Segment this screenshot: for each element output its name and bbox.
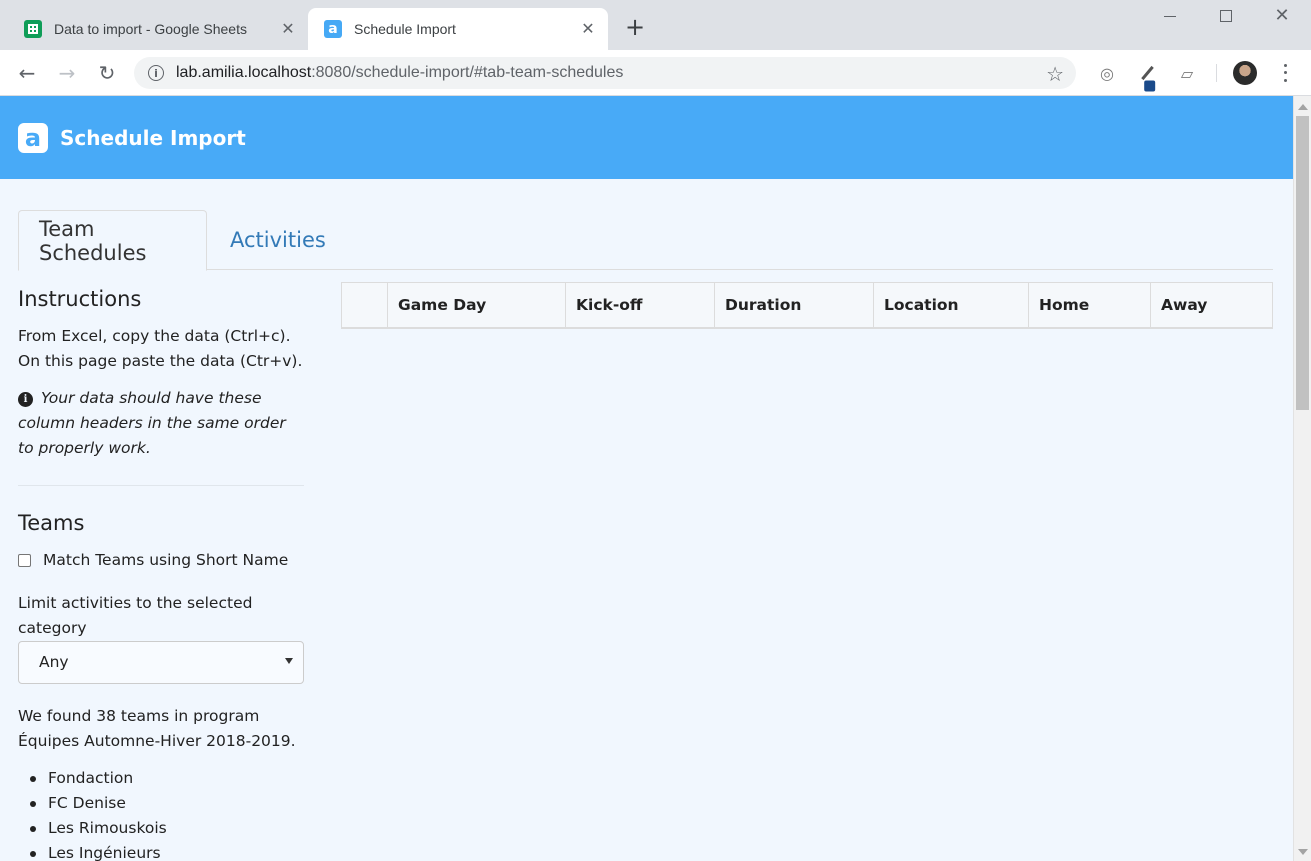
list-item: Fondaction — [30, 766, 304, 791]
list-item: FC Denise — [30, 791, 304, 816]
column-header-away[interactable]: Away — [1151, 283, 1272, 327]
back-button[interactable]: ← — [14, 60, 40, 86]
extension-opera-icon[interactable]: ◎ — [1096, 62, 1118, 84]
column-header-home[interactable]: Home — [1029, 283, 1151, 327]
bookmark-star-icon[interactable]: ☆ — [1046, 62, 1064, 86]
column-header-game-day[interactable]: Game Day — [388, 283, 566, 327]
page-tabs: Team Schedules Activities — [18, 210, 1273, 271]
tab-activities[interactable]: Activities — [210, 210, 346, 270]
column-header-duration[interactable]: Duration — [715, 283, 874, 327]
new-tab-button[interactable]: + — [622, 13, 648, 41]
scroll-down-arrow-icon[interactable] — [1298, 849, 1308, 855]
browser-tabstrip: Data to import - Google Sheets ✕ a Sched… — [0, 0, 1311, 50]
tab-title: Data to import - Google Sheets — [54, 21, 247, 37]
divider — [18, 485, 304, 486]
column-header-kick-off[interactable]: Kick-off — [566, 283, 715, 327]
address-bar[interactable]: i lab.amilia.localhost:8080/schedule-imp… — [134, 57, 1076, 89]
amilia-logo-icon: a — [18, 122, 48, 153]
close-window-button[interactable]: ✕ — [1262, 4, 1302, 28]
instructions-heading: Instructions — [18, 287, 142, 311]
info-icon[interactable]: i — [148, 65, 164, 81]
close-icon: ✕ — [1274, 5, 1290, 26]
instructions-text: From Excel, copy the data (Ctrl+c). On t… — [18, 327, 303, 370]
info-circle-icon: i — [18, 392, 33, 407]
google-sheets-icon — [24, 20, 42, 38]
tab-title: Schedule Import — [354, 21, 456, 37]
scrollbar-thumb[interactable] — [1296, 116, 1309, 410]
scroll-up-arrow-icon[interactable] — [1298, 104, 1308, 110]
sidebar: Instructions From Excel, copy the data (… — [18, 286, 304, 861]
tab-team-schedules[interactable]: Team Schedules — [18, 210, 207, 271]
maximize-button[interactable] — [1206, 4, 1246, 28]
forward-button[interactable]: → — [54, 60, 80, 86]
instructions-note: i Your data should have these column head… — [18, 386, 304, 461]
minimize-button[interactable] — [1150, 4, 1190, 28]
list-item: Les Rimouskois — [30, 816, 304, 841]
reload-button[interactable]: ↻ — [94, 60, 120, 86]
url-host: lab.amilia.localhost — [176, 64, 312, 81]
column-header-row-index[interactable] — [342, 283, 388, 327]
list-item: Les Ingénieurs — [30, 841, 304, 861]
match-short-name-label[interactable]: Match Teams using Short Name — [43, 548, 288, 573]
schedule-grid-header[interactable]: Game Day Kick-off Duration Location Home… — [341, 282, 1273, 329]
instructions-note-text: Your data should have these column heade… — [18, 389, 286, 457]
browser-toolbar: ← → ↻ i lab.amilia.localhost:8080/schedu… — [0, 50, 1311, 96]
maximize-icon — [1220, 10, 1232, 22]
column-header-location[interactable]: Location — [874, 283, 1029, 327]
app-title: Schedule Import — [60, 125, 246, 150]
menu-kebab-icon[interactable] — [1278, 62, 1292, 84]
close-icon[interactable]: ✕ — [578, 19, 598, 39]
page-scrollbar[interactable] — [1293, 96, 1311, 861]
category-select-value: Any — [39, 653, 69, 671]
browser-tab-schedule-import[interactable]: a Schedule Import ✕ — [308, 8, 608, 50]
app-header: a Schedule Import — [0, 96, 1293, 179]
toolbar-divider — [1216, 64, 1217, 82]
chevron-down-icon — [285, 658, 293, 664]
extension-eyedropper-icon[interactable] — [1136, 62, 1158, 84]
extension-card-icon[interactable]: ▱ — [1176, 62, 1198, 84]
found-teams-text: We found 38 teams in program Équipes Aut… — [18, 707, 296, 750]
profile-avatar[interactable] — [1233, 61, 1257, 85]
close-icon[interactable]: ✕ — [278, 19, 298, 39]
category-select[interactable]: Any — [18, 641, 304, 684]
browser-tab-sheets[interactable]: Data to import - Google Sheets ✕ — [8, 8, 308, 50]
limit-label: Limit activities to the selected categor… — [18, 594, 253, 637]
team-list: Fondaction FC Denise Les Rimouskois Les … — [18, 766, 304, 861]
page-viewport: a Schedule Import Team Schedules Activit… — [0, 96, 1311, 861]
amilia-icon: a — [324, 20, 342, 38]
minimize-icon — [1164, 15, 1176, 17]
teams-heading: Teams — [18, 511, 85, 535]
url-path: :8080/schedule-import/#tab-team-schedule… — [311, 64, 624, 81]
match-short-name-row[interactable]: Match Teams using Short Name — [18, 548, 304, 573]
match-short-name-checkbox[interactable] — [18, 554, 31, 567]
